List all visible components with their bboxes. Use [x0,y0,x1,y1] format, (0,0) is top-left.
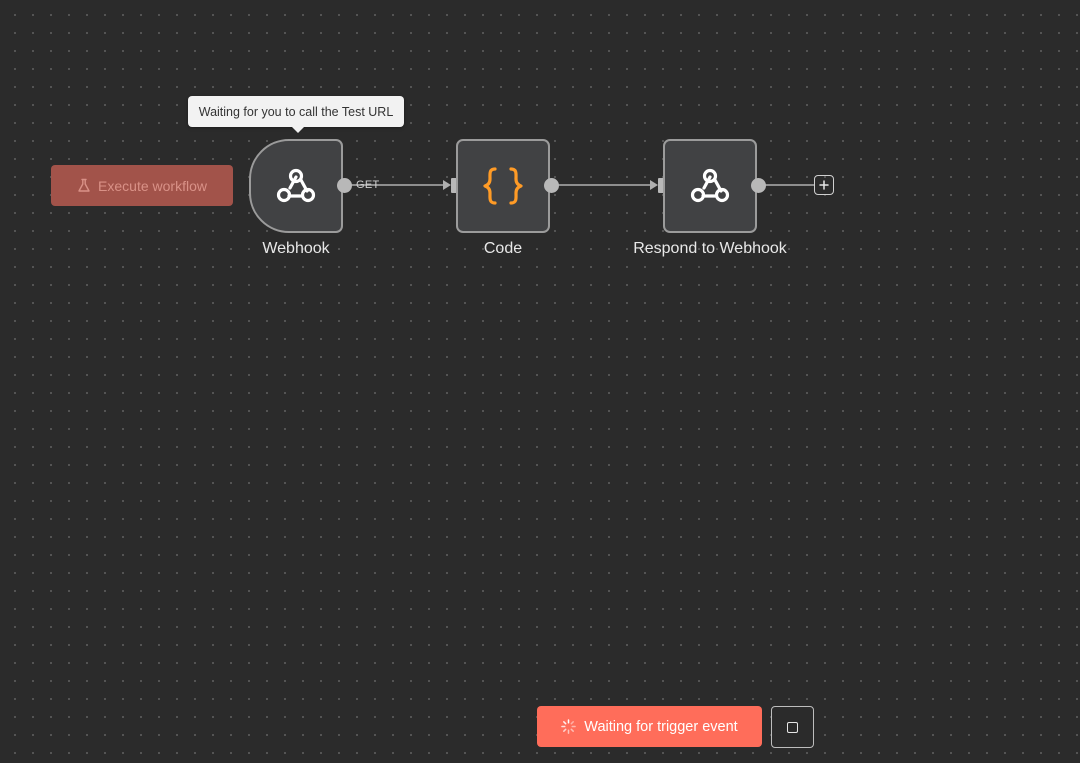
webhook-icon [690,168,730,203]
execute-workflow-button[interactable]: Execute workflow [51,165,233,206]
workflow-canvas[interactable]: Execute workflow Waiting for you to call… [0,0,1080,763]
connections-layer [351,180,814,190]
execute-workflow-label: Execute workflow [98,177,207,194]
edge-arrow-respond [650,180,658,190]
edge-arrow-code [443,180,451,190]
webhook-icon [276,168,316,203]
code-output-handle[interactable] [544,178,559,193]
test-url-tooltip: Waiting for you to call the Test URL [188,96,404,133]
plus-icon [819,180,829,190]
waiting-trigger-label: Waiting for trigger event [584,718,738,735]
respond-output-handle[interactable] [751,178,766,193]
stop-execution-button[interactable] [771,706,814,748]
spinner-icon [561,719,577,734]
node-label-code: Code [483,240,523,257]
edge-label-get: GET [356,179,380,191]
waiting-trigger-button[interactable]: Waiting for trigger event [537,706,762,747]
stop-icon [787,721,798,733]
node-webhook[interactable] [249,139,343,233]
tooltip-text: Waiting for you to call the Test URL [198,104,394,119]
webhook-output-handle[interactable] [337,178,352,193]
node-label-webhook: Webhook [262,240,330,257]
code-braces-icon [483,167,523,205]
node-label-respond-to-webhook: Respond to Webhook [633,240,787,257]
add-node-button[interactable] [814,175,834,195]
node-code[interactable] [456,139,550,233]
node-respond-to-webhook[interactable] [663,139,757,233]
flask-icon [78,178,90,192]
